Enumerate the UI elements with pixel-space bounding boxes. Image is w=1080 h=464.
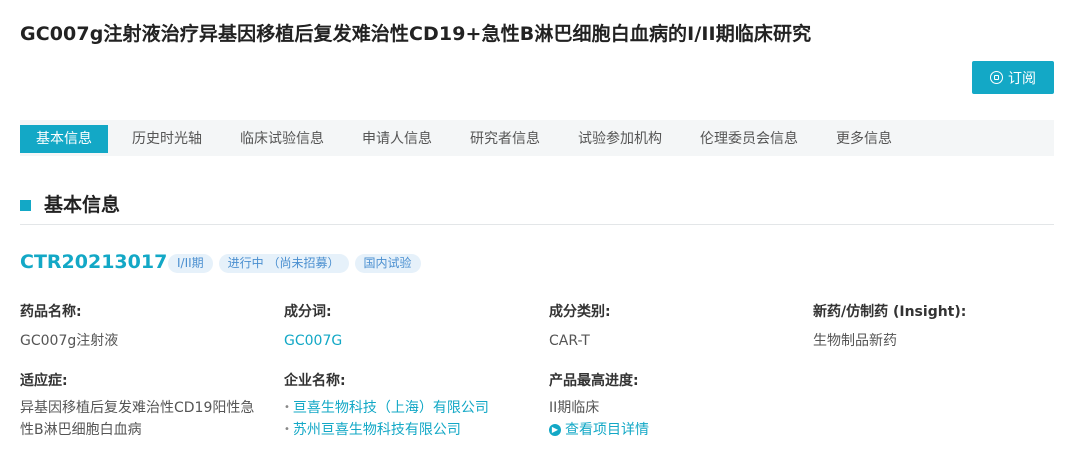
field-value: 生物制品新药 — [813, 333, 897, 349]
tab-ethics-committee-info[interactable]: 伦理委员会信息 — [700, 125, 798, 153]
company-link[interactable]: • 苏州亘喜生物科技有限公司 — [284, 419, 489, 441]
company-name: 亘喜生物科技（上海）有限公司 — [292, 400, 489, 416]
field-company: 企业名称: • 亘喜生物科技（上海）有限公司 • 苏州亘喜生物科技有限公司 — [284, 370, 489, 441]
tab-history-timeline[interactable]: 历史时光轴 — [132, 125, 202, 153]
tab-clinical-trial-info[interactable]: 临床试验信息 — [240, 125, 324, 153]
arrow-right-icon: ▶ — [549, 424, 561, 436]
trial-badges: I/II期 进行中 （尚未招募） 国内试验 — [168, 254, 421, 273]
detail-link-label: 查看项目详情 — [565, 422, 649, 438]
field-component: 成分词: GC007G — [284, 301, 342, 351]
trial-id: CTR20213017 — [20, 251, 168, 273]
section-title: 基本信息 — [44, 194, 121, 216]
component-link[interactable]: GC007G — [284, 331, 342, 351]
section-marker-icon — [20, 195, 36, 212]
bullet-icon: • — [284, 424, 290, 435]
field-value: GC007g注射液 — [20, 333, 119, 349]
field-label: 药品名称: — [20, 304, 82, 320]
company-link[interactable]: • 亘喜生物科技（上海）有限公司 — [284, 397, 489, 419]
tab-investigator-info[interactable]: 研究者信息 — [470, 125, 540, 153]
region-badge: 国内试验 — [354, 254, 421, 273]
tab-applicant-info[interactable]: 申请人信息 — [362, 125, 432, 153]
tab-participating-sites[interactable]: 试验参加机构 — [578, 125, 662, 153]
field-highest-stage: 产品最高进度: II期临床 ▶ 查看项目详情 — [549, 370, 649, 441]
field-new-drug: 新药/仿制药 (Insight): 生物制品新药 — [813, 301, 966, 351]
phase-badge: I/II期 — [168, 254, 213, 273]
field-value: 异基因移植后复发难治性CD19阳性急性B淋巴细胞白血病 — [20, 400, 255, 438]
field-label: 新药/仿制药 (Insight): — [813, 304, 967, 320]
field-indication: 适应症: 异基因移植后复发难治性CD19阳性急性B淋巴细胞白血病 — [20, 370, 260, 441]
field-label: 成分词: — [284, 304, 332, 320]
field-component-type: 成分类别: CAR-T — [549, 301, 611, 351]
section-divider — [20, 224, 1054, 225]
field-label: 企业名称: — [284, 373, 346, 389]
field-drug-name: 药品名称: GC007g注射液 — [20, 301, 118, 351]
tab-bar: 基本信息 历史时光轴 临床试验信息 申请人信息 研究者信息 试验参加机构 伦理委… — [20, 120, 1054, 156]
company-list: • 亘喜生物科技（上海）有限公司 • 苏州亘喜生物科技有限公司 — [284, 397, 489, 441]
field-label: 产品最高进度: — [549, 373, 639, 389]
bullet-icon: • — [284, 402, 290, 413]
field-value: CAR-T — [549, 333, 590, 349]
page-title: GC007g注射液治疗异基因移植后复发难治性CD19+急性B淋巴细胞白血病的I/… — [20, 23, 812, 45]
tab-more-info[interactable]: 更多信息 — [836, 125, 892, 153]
field-label: 适应症: — [20, 373, 68, 389]
field-value: II期临床 — [549, 400, 600, 416]
subscribe-icon — [990, 71, 1003, 84]
subscribe-button[interactable]: 订阅 — [972, 61, 1054, 94]
tab-basic-info[interactable]: 基本信息 — [20, 125, 108, 153]
field-label: 成分类别: — [549, 304, 611, 320]
company-name: 苏州亘喜生物科技有限公司 — [292, 422, 461, 438]
view-project-details-link[interactable]: ▶ 查看项目详情 — [549, 419, 649, 441]
status-badge: 进行中 （尚未招募） — [218, 254, 349, 273]
section-header: 基本信息 — [20, 190, 120, 217]
subscribe-label: 订阅 — [1008, 70, 1036, 87]
